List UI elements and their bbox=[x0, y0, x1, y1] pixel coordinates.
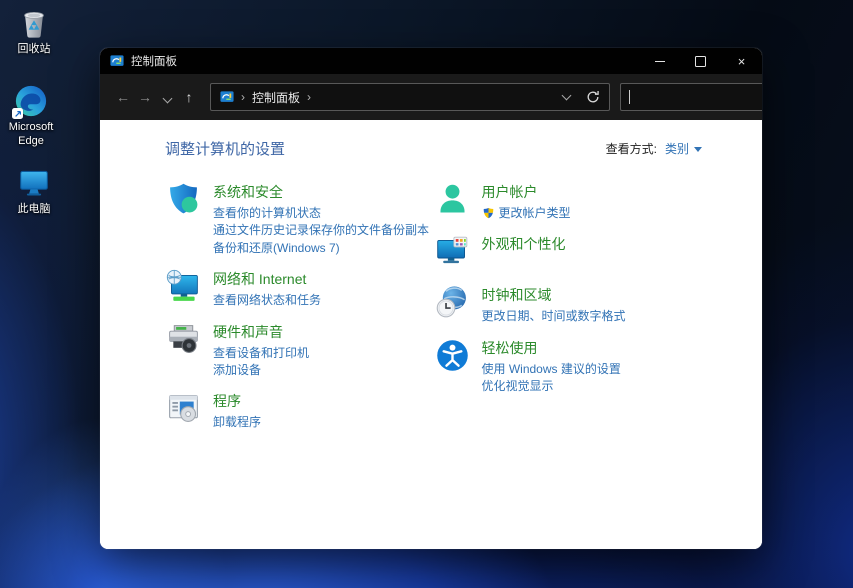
category-title-link[interactable]: 外观和个性化 bbox=[482, 234, 566, 254]
recycle-bin-icon bbox=[17, 6, 51, 40]
category-title-link[interactable]: 网络和 Internet bbox=[213, 269, 321, 289]
view-by-control: 查看方式: 类别 bbox=[606, 140, 702, 157]
category-sub-link[interactable]: 卸载程序 bbox=[213, 414, 261, 431]
clock-icon[interactable] bbox=[434, 284, 471, 321]
this-pc-icon bbox=[17, 166, 51, 200]
category-sub-link[interactable]: 更改日期、时间或数字格式 bbox=[482, 308, 626, 325]
category-sub-link[interactable]: 优化视觉显示 bbox=[482, 378, 621, 395]
forward-button[interactable]: → bbox=[134, 89, 156, 105]
category-sub-link[interactable]: 查看你的计算机状态 bbox=[213, 205, 429, 222]
ease-icon[interactable] bbox=[434, 337, 471, 374]
content-area: 调整计算机的设置 查看方式: 类别 系统和安全 查看你的计算机状态通过文件历史记… bbox=[100, 120, 762, 549]
user-icon[interactable] bbox=[434, 181, 471, 218]
category-sub-link[interactable]: 更改帐户类型 bbox=[482, 205, 571, 222]
category-item: 系统和安全 查看你的计算机状态通过文件历史记录保存你的文件备份副本备份和还原(W… bbox=[165, 181, 434, 257]
control-panel-window: 控制面板 × ← → ↑ › 控制面板 › bbox=[100, 48, 762, 549]
category-title-link[interactable]: 系统和安全 bbox=[213, 182, 429, 202]
category-title-link[interactable]: 硬件和声音 bbox=[213, 322, 309, 342]
category-columns: 系统和安全 查看你的计算机状态通过文件历史记录保存你的文件备份副本备份和还原(W… bbox=[165, 181, 702, 443]
category-links: 查看你的计算机状态通过文件历史记录保存你的文件备份副本备份和还原(Windows… bbox=[213, 205, 429, 257]
personalization-icon[interactable] bbox=[434, 233, 471, 270]
desktop-icon-this-pc[interactable]: 此电脑 bbox=[2, 166, 66, 217]
category-sub-link[interactable]: 使用 Windows 建议的设置 bbox=[482, 361, 621, 378]
category-item: 时钟和区域 更改日期、时间或数字格式 bbox=[434, 284, 703, 325]
window-title: 控制面板 bbox=[131, 53, 639, 69]
category-title-link[interactable]: 轻松使用 bbox=[482, 338, 621, 358]
edge-icon bbox=[14, 84, 48, 118]
view-by-label: 查看方式: bbox=[606, 140, 657, 157]
content-header: 调整计算机的设置 查看方式: 类别 bbox=[165, 138, 702, 159]
minimize-button[interactable] bbox=[639, 48, 680, 74]
search-box bbox=[620, 83, 762, 111]
category-links: 更改帐户类型 bbox=[482, 205, 571, 222]
category-item: 外观和个性化 bbox=[434, 233, 703, 273]
desktop-icon-label: 回收站 bbox=[18, 43, 51, 57]
up-button[interactable]: ↑ bbox=[178, 89, 200, 105]
category-links: 卸载程序 bbox=[213, 414, 261, 431]
desktop-icon-recycle-bin[interactable]: 回收站 bbox=[2, 6, 66, 57]
category-item: 网络和 Internet 查看网络状态和任务 bbox=[165, 268, 434, 309]
category-item: 轻松使用 使用 Windows 建议的设置优化视觉显示 bbox=[434, 337, 703, 396]
uac-shield-icon bbox=[482, 207, 495, 220]
category-title-link[interactable]: 时钟和区域 bbox=[482, 285, 626, 305]
category-item: 硬件和声音 查看设备和打印机添加设备 bbox=[165, 321, 434, 380]
category-sub-link[interactable]: 通过文件历史记录保存你的文件备份副本 bbox=[213, 222, 429, 239]
control-panel-icon bbox=[220, 90, 234, 104]
control-panel-icon bbox=[110, 54, 124, 68]
category-links: 更改日期、时间或数字格式 bbox=[482, 308, 626, 325]
recent-pages-chevron-icon[interactable] bbox=[156, 89, 178, 105]
search-input[interactable] bbox=[629, 90, 762, 104]
view-by-dropdown[interactable]: 类别 bbox=[665, 140, 702, 157]
category-links: 查看网络状态和任务 bbox=[213, 292, 321, 309]
category-item: 用户帐户 更改帐户类型 bbox=[434, 181, 703, 222]
category-column-left: 系统和安全 查看你的计算机状态通过文件历史记录保存你的文件备份副本备份和还原(W… bbox=[165, 181, 434, 443]
navigation-bar: ← → ↑ › 控制面板 › bbox=[100, 74, 762, 120]
breadcrumb-separator-icon: › bbox=[307, 90, 311, 104]
category-sub-link[interactable]: 添加设备 bbox=[213, 362, 309, 379]
refresh-icon[interactable] bbox=[586, 90, 600, 104]
category-links: 使用 Windows 建议的设置优化视觉显示 bbox=[482, 361, 621, 396]
category-title-link[interactable]: 程序 bbox=[213, 391, 261, 411]
breadcrumb-separator-icon: › bbox=[241, 90, 245, 104]
printer-icon[interactable] bbox=[165, 321, 202, 358]
back-button[interactable]: ← bbox=[112, 89, 134, 105]
address-dropdown-chevron-icon[interactable] bbox=[562, 91, 572, 101]
titlebar: 控制面板 × bbox=[100, 48, 762, 74]
category-title-link[interactable]: 用户帐户 bbox=[482, 182, 571, 202]
maximize-button[interactable] bbox=[680, 48, 721, 74]
category-links: 查看设备和打印机添加设备 bbox=[213, 345, 309, 380]
page-title: 调整计算机的设置 bbox=[165, 138, 285, 159]
category-column-right: 用户帐户 更改帐户类型 外观和个性化 时钟和区域 更改日期、时间或数字格式 轻松… bbox=[434, 181, 703, 443]
close-button[interactable]: × bbox=[721, 48, 762, 74]
shortcut-arrow-icon bbox=[12, 108, 23, 119]
category-sub-link[interactable]: 备份和还原(Windows 7) bbox=[213, 240, 429, 257]
desktop-icon-label: 此电脑 bbox=[18, 203, 51, 217]
desktop-icon-microsoft-edge[interactable]: Microsoft Edge bbox=[0, 84, 63, 149]
dropdown-arrow-icon bbox=[694, 147, 702, 156]
address-bar[interactable]: › 控制面板 › bbox=[210, 83, 610, 111]
category-sub-link[interactable]: 查看网络状态和任务 bbox=[213, 292, 321, 309]
shield-icon[interactable] bbox=[165, 181, 202, 218]
category-sub-link[interactable]: 查看设备和打印机 bbox=[213, 345, 309, 362]
desktop-icon-label: Microsoft Edge bbox=[0, 121, 63, 149]
category-item: 程序 卸载程序 bbox=[165, 390, 434, 431]
programs-icon[interactable] bbox=[165, 390, 202, 427]
network-icon[interactable] bbox=[165, 268, 202, 305]
breadcrumb-control-panel[interactable]: 控制面板 bbox=[252, 89, 300, 106]
